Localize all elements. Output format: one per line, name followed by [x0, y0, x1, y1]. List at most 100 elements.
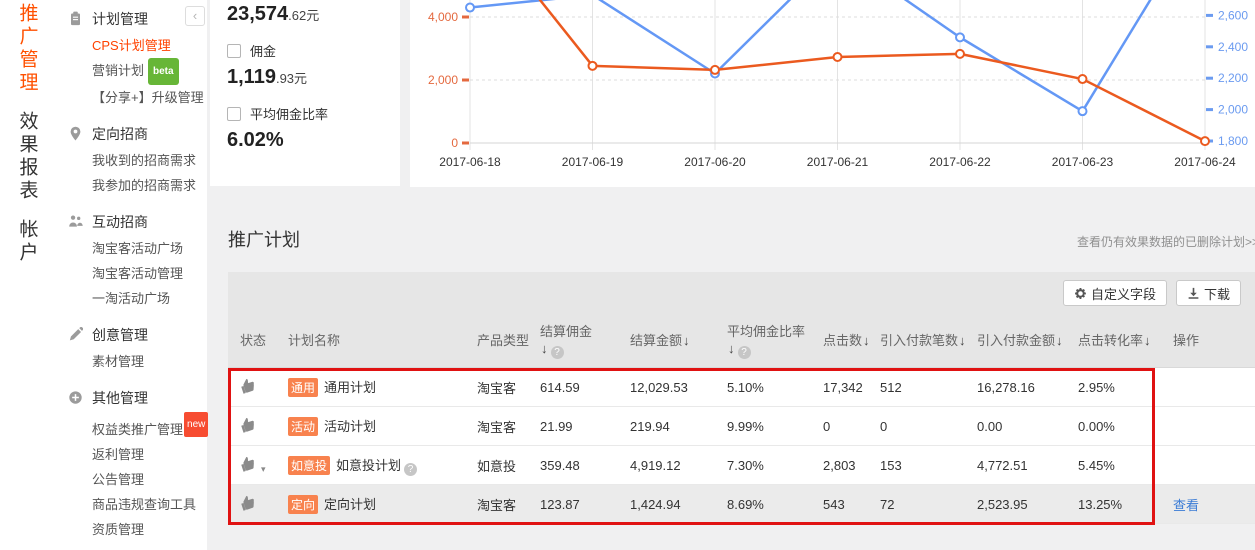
avg-rate-checkbox[interactable]	[227, 107, 241, 121]
gear-icon	[1074, 287, 1087, 300]
orders-cell: 512	[880, 380, 977, 395]
column-header-action: 操作	[1173, 332, 1255, 349]
orange-series-point[interactable]	[956, 50, 964, 58]
sidebar-item-2-0[interactable]: 淘宝客活动广场	[54, 236, 207, 261]
sidebar-item-4-4[interactable]: 资质管理	[54, 517, 207, 542]
table-row-0[interactable]: 通用通用计划淘宝客614.5912,029.535.10%17,34251216…	[228, 368, 1255, 407]
orange-series-point[interactable]	[1201, 137, 1209, 145]
stat-avg-rate-value: 6.02%	[227, 129, 400, 152]
sidebar-item-1-0[interactable]: 我收到的招商需求	[54, 148, 207, 173]
blue-series-point[interactable]	[956, 33, 964, 41]
table-row-3[interactable]: 定向定向计划淘宝客123.871,424.948.69%543722,523.9…	[228, 485, 1255, 524]
table-row-2[interactable]: ▾如意投如意投计划?如意投359.484,919.127.30%2,803153…	[228, 446, 1255, 485]
sidebar-item-0-1[interactable]: 营销计划beta	[54, 58, 207, 85]
sidebar-item-2-2[interactable]: 一淘活动广场	[54, 286, 207, 311]
column-header-settle_commission[interactable]: 结算佣金↓?	[540, 323, 630, 359]
thumb-up-icon[interactable]	[238, 453, 258, 473]
right-axis-tick: 2,200	[1218, 71, 1248, 85]
help-icon[interactable]: ?	[738, 346, 751, 359]
sidebar-item-4-0[interactable]: 权益类推广管理new	[54, 412, 207, 442]
sort-desc-icon[interactable]: ↓	[683, 333, 690, 348]
sidebar-item-0-0[interactable]: CPS计划管理	[54, 33, 207, 58]
customize-fields-button[interactable]: 自定义字段	[1063, 280, 1167, 306]
beta-badge: beta	[148, 58, 179, 85]
sidebar-collapse-button[interactable]: ‹	[185, 6, 205, 26]
page-title: 推广计划	[228, 226, 300, 252]
thumb-up-icon[interactable]	[238, 375, 258, 395]
column-header-clicks[interactable]: 点击数↓	[823, 332, 880, 349]
chevron-down-icon[interactable]: ▾	[261, 464, 266, 474]
settle_commission-cell: 614.59	[540, 380, 630, 395]
table-row-1[interactable]: 活动活动计划淘宝客21.99219.949.99%000.000.00%	[228, 407, 1255, 446]
x-axis-label: 2017-06-21	[807, 155, 869, 169]
orders-cell: 0	[880, 419, 977, 434]
new-badge: new	[184, 412, 208, 437]
plan-name-cell: 如意投如意投计划?	[288, 455, 477, 476]
sidebar-item-4-3[interactable]: 商品违规查询工具	[54, 492, 207, 517]
avg_rate-cell: 7.30%	[727, 458, 823, 473]
sort-desc-icon[interactable]: ↓	[1144, 333, 1151, 348]
thumb-up-icon[interactable]	[238, 492, 258, 512]
people-icon	[68, 214, 83, 229]
download-icon	[1187, 287, 1200, 300]
clicks-cell: 543	[823, 497, 880, 512]
sidebar-item-2-1[interactable]: 淘宝客活动管理	[54, 261, 207, 286]
sort-desc-icon[interactable]: ↓	[541, 341, 548, 356]
status-cell: ▾	[240, 456, 288, 475]
stat-avg-rate-main: 6.02%	[227, 129, 284, 151]
orange-series-point[interactable]	[589, 62, 597, 70]
sidebar-group-3[interactable]: 创意管理	[54, 320, 207, 349]
commission-checkbox[interactable]	[227, 44, 241, 58]
column-label: 平均佣金比率	[727, 324, 805, 339]
help-icon[interactable]: ?	[404, 463, 417, 476]
cvr-cell: 2.95%	[1078, 380, 1173, 395]
sort-desc-icon[interactable]: ↓	[863, 333, 870, 348]
column-header-cvr[interactable]: 点击转化率↓	[1078, 332, 1173, 349]
help-icon[interactable]: ?	[551, 346, 564, 359]
settle_commission-cell: 359.48	[540, 458, 630, 473]
download-button[interactable]: 下载	[1176, 280, 1241, 306]
table-body: 通用通用计划淘宝客614.5912,029.535.10%17,34251216…	[228, 368, 1255, 524]
clicks-cell: 0	[823, 419, 880, 434]
stat-commission-main: 1,119	[227, 66, 276, 88]
column-header-settle_amount[interactable]: 结算金额↓	[630, 332, 727, 349]
vertical-nav-item-1[interactable]: 效果报表	[14, 111, 41, 203]
action-cell: 查看	[1173, 495, 1255, 514]
trend-chart: 2017-06-182017-06-192017-06-202017-06-21…	[410, 0, 1255, 187]
orange-series-point[interactable]	[711, 66, 719, 74]
avg_rate-cell: 9.99%	[727, 419, 823, 434]
sort-desc-icon[interactable]: ↓	[959, 333, 966, 348]
deleted-plans-link[interactable]: 查看仍有效果数据的已删除计划>>	[1077, 233, 1255, 250]
blue-series-point[interactable]	[466, 4, 474, 12]
view-link[interactable]: 查看	[1173, 498, 1199, 513]
sidebar-item-0-2[interactable]: 【分享+】升级管理	[54, 85, 207, 110]
orange-series-point[interactable]	[1079, 75, 1087, 83]
column-header-orders[interactable]: 引入付款笔数↓	[880, 332, 977, 349]
sidebar-item-1-1[interactable]: 我参加的招商需求	[54, 173, 207, 198]
vertical-nav: 推广管理效果报表帐户	[0, 0, 54, 550]
sidebar-item-4-1[interactable]: 返利管理	[54, 442, 207, 467]
thumb-up-icon[interactable]	[238, 414, 258, 434]
right-axis-tick: 2,600	[1218, 8, 1248, 22]
download-label: 下载	[1204, 284, 1230, 303]
orange-series-point[interactable]	[834, 53, 842, 61]
sidebar-group-4[interactable]: 其他管理	[54, 383, 207, 412]
sidebar-item-3-0[interactable]: 素材管理	[54, 349, 207, 374]
column-header-pay_amount[interactable]: 引入付款金额↓	[977, 332, 1078, 349]
vertical-nav-item-2[interactable]: 帐户	[14, 219, 41, 265]
sidebar-group-2[interactable]: 互动招商	[54, 207, 207, 236]
vertical-nav-item-0[interactable]: 推广管理	[14, 3, 41, 95]
blue-series-point[interactable]	[1079, 107, 1087, 115]
commission-label: 佣金	[250, 41, 276, 60]
pay_amount-cell: 4,772.51	[977, 458, 1078, 473]
sidebar-item-4-2[interactable]: 公告管理	[54, 467, 207, 492]
right-axis-tick: 2,000	[1218, 103, 1248, 117]
sort-desc-icon[interactable]: ↓	[728, 341, 735, 356]
product-cell: 淘宝客	[477, 417, 540, 436]
clicks-cell: 2,803	[823, 458, 880, 473]
column-label: 引入付款笔数	[880, 333, 958, 348]
column-header-avg_rate[interactable]: 平均佣金比率 ↓?	[727, 323, 823, 359]
clipboard-icon	[68, 11, 83, 26]
sort-desc-icon[interactable]: ↓	[1056, 333, 1063, 348]
sidebar-group-1[interactable]: 定向招商	[54, 119, 207, 148]
